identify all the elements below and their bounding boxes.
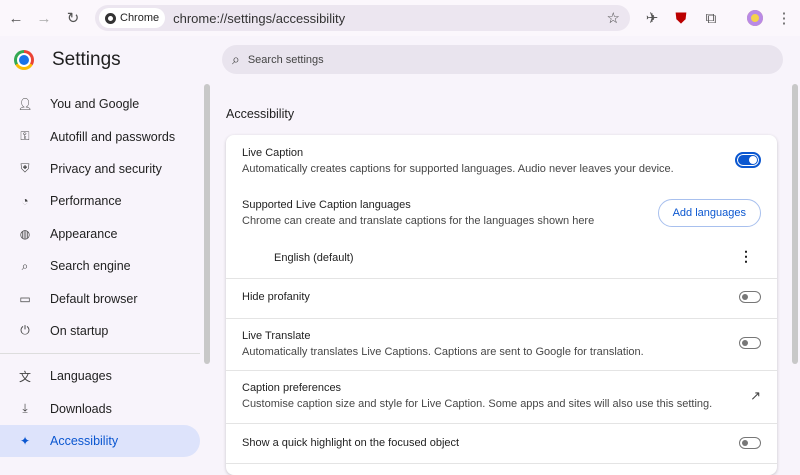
palette-icon: ◍ [19, 226, 31, 241]
accessibility-card: Live Caption Automatically creates capti… [226, 135, 777, 475]
sidebar-item-label: Privacy and security [50, 161, 162, 176]
download-icon: ⤓ [22, 401, 28, 416]
sidebar-item-accessibility[interactable]: ✦ Accessibility [0, 424, 200, 458]
sidebar-item-appearance[interactable]: ◍ Appearance [0, 218, 200, 250]
sidebar: 👤︎ You and Google ⚿ Autofill and passwords… [0, 88, 200, 458]
settings-page: Settings ⌕ Search settings 👤︎ You and Goo… [0, 36, 800, 475]
divider [226, 318, 777, 319]
site-chip[interactable]: Chrome [99, 8, 166, 28]
forward-icon[interactable]: → [34, 8, 54, 28]
hide-profanity-row: Hide profanity [226, 291, 777, 303]
add-languages-button[interactable]: Add languages [657, 199, 761, 227]
sidebar-item-label: Autofill and passwords [50, 129, 176, 144]
section-title: Accessibility [226, 107, 295, 121]
caption-preferences-label: Caption preferences [242, 382, 342, 394]
focus-highlight-toggle[interactable] [739, 437, 761, 449]
translate-icon: 文 [18, 369, 31, 384]
shield-extension-icon[interactable]: ⛊ [671, 8, 691, 28]
key-icon: ⚿ [20, 129, 30, 144]
live-translate-toggle[interactable] [739, 337, 761, 349]
divider [226, 463, 777, 464]
search-icon: ⌕ [232, 51, 240, 67]
sidebar-item-label: Performance [50, 194, 122, 209]
sidebar-item-default-browser[interactable]: ▭ Default browser [0, 282, 200, 314]
hide-profanity-toggle[interactable] [739, 291, 761, 303]
live-caption-toggle[interactable] [735, 152, 761, 168]
menu-kebab-icon[interactable]: ⋮ [774, 8, 794, 28]
shield-icon: ⛨ [20, 161, 30, 176]
address-bar[interactable]: Chrome chrome://settings/accessibility ☆ [95, 5, 630, 31]
sidebar-item-label: Downloads [50, 401, 112, 416]
sidebar-item-label: You and Google [50, 97, 140, 112]
caption-preferences-row[interactable]: Caption preferences Customise caption si… [226, 382, 777, 410]
person-icon: 👤︎ [17, 97, 33, 112]
reload-icon[interactable]: ↻ [63, 8, 83, 28]
bookmark-star-icon[interactable]: ☆ [607, 9, 620, 27]
divider [226, 370, 777, 371]
avatar[interactable] [745, 8, 765, 28]
sidebar-item-label: On startup [50, 323, 109, 338]
sidebar-item-autofill[interactable]: ⚿ Autofill and passwords [0, 120, 200, 152]
external-link-icon[interactable]: ↗ [750, 388, 761, 404]
speedometer-icon: ◔ [21, 194, 29, 209]
sidebar-scrollbar[interactable] [204, 84, 210, 364]
search-icon: ⌕ [21, 258, 29, 273]
sidebar-item-label: Appearance [50, 226, 118, 241]
caption-preferences-description: Customise caption size and style for Liv… [242, 398, 713, 410]
focus-highlight-row: Show a quick highlight on the focused ob… [226, 437, 777, 449]
live-caption-description: Automatically creates captions for suppo… [242, 163, 674, 175]
extension-icon[interactable]: ✈ [642, 8, 662, 28]
main-scrollbar[interactable] [792, 84, 798, 364]
sidebar-item-privacy[interactable]: ⛨ Privacy and security [0, 153, 200, 185]
sidebar-divider [0, 353, 200, 355]
back-icon[interactable]: ← [6, 8, 26, 28]
search-input[interactable]: ⌕ Search settings [222, 45, 783, 74]
sidebar-item-languages[interactable]: 文 Languages [0, 360, 200, 392]
sidebar-item-search-engine[interactable]: ⌕ Search engine [0, 250, 200, 282]
sidebar-item-performance[interactable]: ◔ Performance [0, 185, 200, 217]
site-chip-label: Chrome [120, 12, 160, 24]
power-icon: ⏻ [20, 323, 30, 338]
live-caption-label: Live Caption [242, 147, 304, 159]
focus-highlight-label: Show a quick highlight on the focused ob… [242, 437, 460, 449]
language-item: English (default) [226, 252, 777, 264]
live-caption-row: Live Caption Automatically creates capti… [226, 147, 777, 175]
accessibility-icon: ✦ [19, 434, 31, 449]
sidebar-item-downloads[interactable]: ⤓ Downloads [0, 393, 200, 425]
chrome-icon [105, 12, 116, 24]
sidebar-item-label: Default browser [50, 291, 138, 306]
browser-toolbar: ← → ↻ Chrome chrome://settings/accessibi… [0, 0, 800, 36]
sidebar-item-label: Languages [50, 369, 112, 384]
sidebar-item-label: Search engine [50, 259, 131, 274]
live-translate-description: Automatically translates Live Captions. … [242, 346, 644, 358]
hide-profanity-label: Hide profanity [242, 291, 310, 303]
live-translate-label: Live Translate [242, 330, 311, 342]
extensions-puzzle-icon[interactable]: ⧉ [701, 8, 721, 28]
language-name: English (default) [274, 252, 354, 264]
url-text[interactable]: chrome://settings/accessibility [173, 11, 345, 26]
sidebar-item-you-and-google[interactable]: 👤︎ You and Google [0, 88, 200, 120]
page-title: Settings [52, 49, 121, 70]
divider [226, 423, 777, 424]
live-translate-row: Live Translate Automatically translates … [226, 330, 777, 358]
more-options-icon[interactable]: ⋮ [739, 248, 753, 265]
browser-window-icon: ▭ [19, 291, 31, 306]
sidebar-item-label: Accessibility [50, 434, 119, 449]
divider [226, 278, 777, 279]
search-placeholder: Search settings [247, 53, 324, 66]
sidebar-item-on-startup[interactable]: ⏻ On startup [0, 315, 200, 347]
chrome-logo-icon [14, 50, 34, 70]
